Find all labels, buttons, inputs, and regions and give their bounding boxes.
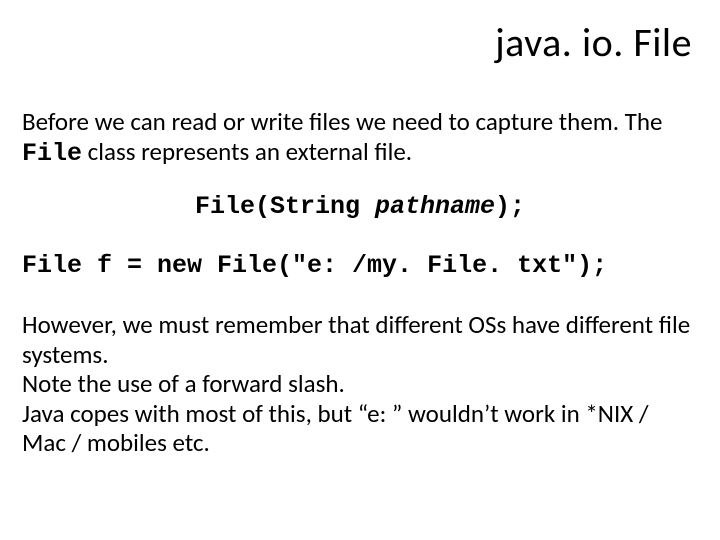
intro-paragraph: Before we can read or write files we nee…: [22, 107, 698, 168]
code-example: File f = new File("e: /my. File. txt");: [22, 251, 698, 280]
sig-prefix: File(String: [195, 192, 375, 221]
notes-paragraph: However, we must remember that different…: [22, 310, 698, 458]
sig-param: pathname: [375, 192, 495, 221]
slide-title: java. io. File: [22, 18, 692, 67]
notes-line-2: Note the use of a forward slash.: [22, 368, 345, 399]
sig-suffix: );: [495, 192, 525, 221]
notes-line-3: Java copes with most of this, but “e: ” …: [22, 398, 649, 459]
slide: java. io. File Before we can read or wri…: [0, 0, 720, 540]
notes-line-1: However, we must remember that different…: [22, 309, 690, 370]
file-class-name: File: [22, 139, 82, 168]
intro-text-2: class represents an external file.: [82, 136, 412, 167]
constructor-signature: File(String pathname);: [22, 192, 698, 221]
intro-text-1: Before we can read or write files we nee…: [22, 106, 662, 137]
